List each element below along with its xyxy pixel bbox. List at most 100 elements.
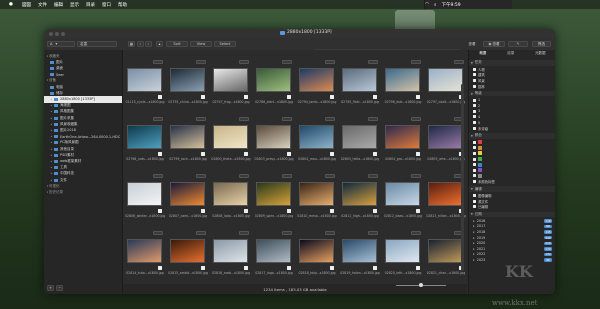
label-tag[interactable]	[411, 117, 421, 121]
filter-checkbox[interactable]	[473, 179, 476, 183]
select-checkbox[interactable]	[373, 266, 377, 270]
view-toggle-button[interactable]: 查看	[464, 41, 480, 47]
disclosure-triangle-icon[interactable]: ▾	[471, 187, 473, 191]
label-tag[interactable]	[282, 231, 292, 235]
filter-checkbox[interactable]	[473, 174, 476, 178]
image-thumbnail[interactable]	[213, 239, 248, 263]
disclosure-triangle-icon[interactable]: ▸	[50, 154, 53, 157]
image-thumbnail[interactable]	[385, 239, 420, 263]
image-thumbnail[interactable]	[170, 239, 205, 263]
label-tag[interactable]	[239, 60, 249, 64]
image-thumbnail[interactable]	[213, 68, 248, 92]
sort-select[interactable]: Sort	[166, 41, 188, 47]
disclosure-triangle-icon[interactable]: ▸	[50, 172, 53, 175]
image-thumbnail[interactable]	[256, 239, 291, 263]
disclosure-triangle-icon[interactable]: ▾	[471, 212, 473, 216]
disclosure-triangle-icon[interactable]: ▾	[471, 92, 473, 96]
disclosure-triangle-icon[interactable]: ▸	[50, 148, 53, 151]
add-folder-button[interactable]: +	[47, 285, 54, 291]
label-tag[interactable]	[196, 231, 206, 235]
image-thumbnail[interactable]	[299, 125, 334, 149]
menu-item-folder[interactable]: 目录	[86, 2, 95, 8]
filter-section-header[interactable]: ▾ 任务	[469, 60, 555, 66]
label-tag[interactable]	[411, 231, 421, 235]
image-thumbnail[interactable]	[342, 125, 377, 149]
image-thumbnail[interactable]	[299, 182, 334, 206]
image-thumbnail[interactable]	[256, 125, 291, 149]
image-thumbnail[interactable]	[385, 68, 420, 92]
image-thumbnail[interactable]	[127, 125, 162, 149]
select-checkbox[interactable]	[373, 209, 377, 213]
disclosure-triangle-icon[interactable]: ▸	[50, 98, 53, 101]
select-checkbox[interactable]	[158, 95, 162, 99]
label-tag[interactable]	[325, 117, 335, 121]
select-checkbox[interactable]	[287, 266, 291, 270]
disclosure-triangle-icon[interactable]: ▸	[50, 104, 53, 107]
filter-option[interactable]: 未颜色标签	[473, 179, 495, 185]
image-thumbnail[interactable]	[170, 125, 205, 149]
select-checkbox[interactable]	[416, 95, 420, 99]
label-tag[interactable]	[153, 231, 163, 235]
filter-section-header[interactable]: ▾ 等级	[469, 90, 555, 97]
filter-checkbox[interactable]	[473, 146, 476, 150]
label-tag[interactable]	[368, 174, 378, 178]
apple-menu-icon[interactable]: ●	[7, 2, 15, 7]
label-tag[interactable]	[239, 174, 249, 178]
image-thumbnail[interactable]	[428, 239, 463, 263]
view-grid-button[interactable]: ▦	[128, 41, 135, 47]
select-checkbox[interactable]	[244, 266, 248, 270]
image-thumbnail[interactable]	[428, 182, 463, 206]
view-select[interactable]: View	[190, 41, 212, 47]
panel-tab[interactable]: 目录	[507, 51, 514, 57]
remove-folder-button[interactable]: −	[56, 285, 63, 291]
label-tag[interactable]	[454, 60, 464, 64]
menu-item-window[interactable]: 窗口	[102, 2, 111, 8]
label-tag[interactable]	[153, 174, 163, 178]
disclosure-triangle-icon[interactable]: ▸	[50, 160, 53, 163]
back-button[interactable]: ‹	[137, 41, 144, 47]
image-thumbnail[interactable]	[342, 182, 377, 206]
select-checkbox[interactable]	[244, 152, 248, 156]
disclosure-triangle-icon[interactable]: ▸	[473, 224, 475, 228]
minimize-window-button[interactable]	[55, 32, 59, 36]
filter-checkbox[interactable]	[473, 194, 476, 198]
disclosure-triangle-icon[interactable]: ▾	[471, 134, 473, 138]
filter-option[interactable]: 已编辑	[473, 204, 488, 210]
up-folder-button[interactable]: ▴	[156, 41, 163, 47]
image-thumbnail[interactable]	[342, 239, 377, 263]
filter-checkbox[interactable]	[473, 140, 476, 144]
menu-item-edit[interactable]: 编辑	[54, 2, 63, 8]
image-thumbnail[interactable]	[342, 68, 377, 92]
label-tag[interactable]	[368, 117, 378, 121]
label-tag[interactable]	[196, 60, 206, 64]
slider-knob[interactable]	[419, 283, 423, 287]
sidebar-filter-select[interactable]: 名童	[77, 41, 117, 47]
select-checkbox[interactable]	[201, 209, 205, 213]
filter-section-header[interactable]: ▾ 日期	[469, 211, 555, 218]
select-checkbox[interactable]	[416, 152, 420, 156]
filter-checkbox[interactable]	[473, 163, 476, 167]
image-thumbnail[interactable]	[428, 68, 463, 92]
wifi-icon[interactable]: ◠	[425, 2, 429, 7]
filter-checkbox[interactable]	[473, 115, 476, 119]
menu-item-help[interactable]: 帮助	[118, 2, 127, 8]
filter-checkbox[interactable]	[473, 73, 476, 77]
label-tag[interactable]	[368, 60, 378, 64]
disclosure-triangle-icon[interactable]: ▸	[473, 219, 475, 223]
label-tag[interactable]	[239, 117, 249, 121]
menu-item-app[interactable]: 図図	[22, 2, 31, 8]
image-thumbnail[interactable]	[170, 68, 205, 92]
filter-option[interactable]: 未评级	[473, 125, 488, 131]
filter-option[interactable]: ▸ 2023	[473, 257, 485, 263]
disclosure-triangle-icon[interactable]: ▸	[50, 141, 53, 144]
label-tag[interactable]	[196, 174, 206, 178]
image-thumbnail[interactable]	[213, 125, 248, 149]
close-window-button[interactable]	[49, 32, 53, 36]
preview-button[interactable]: ◉ 查看	[483, 41, 505, 47]
sidebar-sort-select[interactable]: A ▾	[47, 41, 75, 47]
menu-item-file[interactable]: 文件	[38, 2, 47, 8]
filter-checkbox[interactable]	[473, 121, 476, 125]
filter-checkbox[interactable]	[473, 98, 476, 102]
select-checkbox[interactable]	[158, 209, 162, 213]
edit-button[interactable]: ✎	[508, 41, 528, 47]
